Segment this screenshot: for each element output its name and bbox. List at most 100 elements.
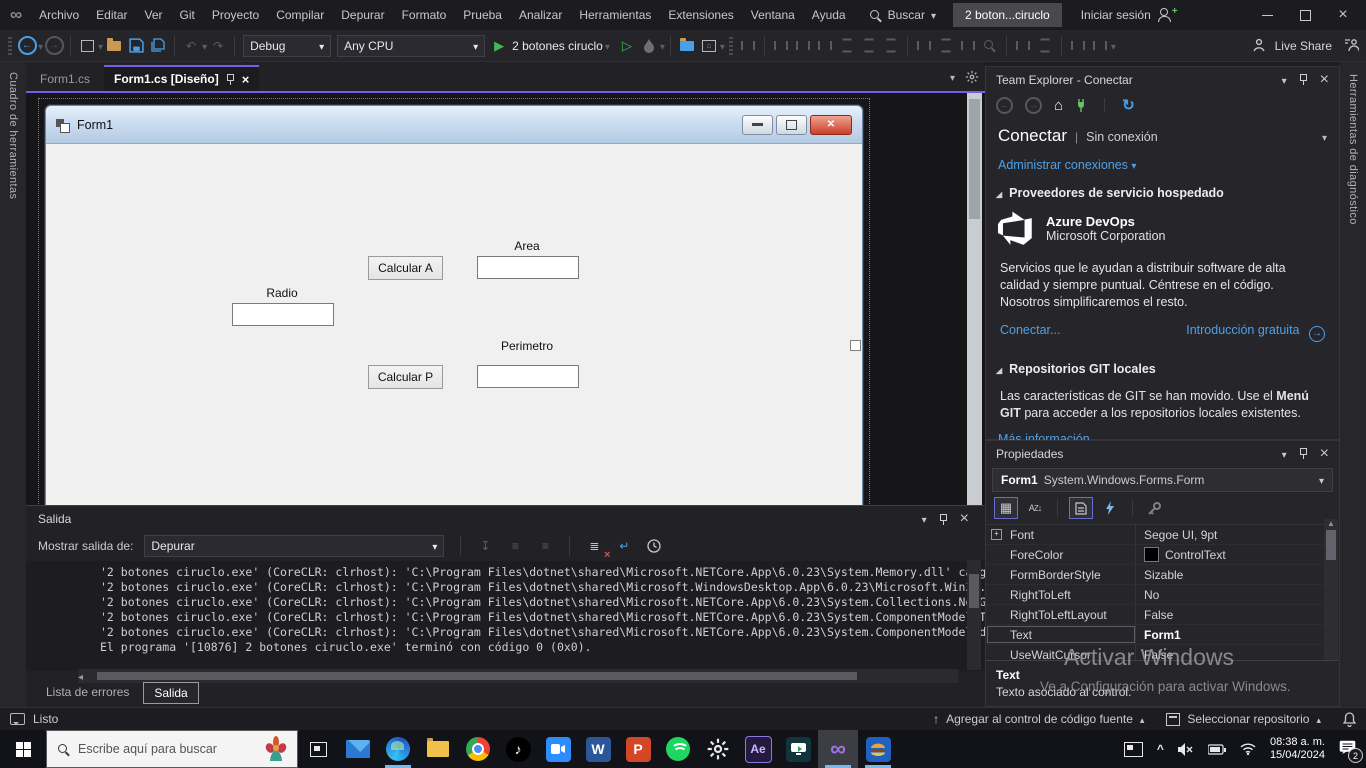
minimize-button[interactable] xyxy=(1250,2,1284,28)
menu-extensiones[interactable]: Extensiones xyxy=(660,4,741,26)
pin-icon[interactable] xyxy=(939,514,948,525)
perimetro-textbox[interactable] xyxy=(477,365,579,388)
close-panel-icon[interactable] xyxy=(1320,71,1329,89)
free-intro-link[interactable]: Introducción gratuita xyxy=(1186,323,1299,337)
manage-connections-link[interactable]: Administrar conexiones xyxy=(998,158,1128,172)
redo-button[interactable]: ↷ xyxy=(207,35,229,57)
solution-config-dropdown[interactable]: Debug xyxy=(243,35,331,57)
tab-output[interactable]: Salida xyxy=(143,682,198,704)
run-dropdown-icon[interactable] xyxy=(605,39,610,53)
undo-button[interactable]: ↶ xyxy=(180,35,202,57)
restore-button[interactable] xyxy=(1288,2,1322,28)
property-pages-button[interactable] xyxy=(1144,498,1166,518)
property-row-text[interactable]: Text Form1 xyxy=(986,625,1339,645)
taskbar-file-explorer[interactable] xyxy=(418,730,458,768)
make-same-size-button[interactable] xyxy=(957,35,979,57)
forward-icon[interactable]: → xyxy=(1025,97,1042,114)
menu-ayuda[interactable]: Ayuda xyxy=(804,4,854,26)
menu-analizar[interactable]: Analizar xyxy=(511,4,570,26)
clock-icon[interactable] xyxy=(643,535,665,557)
sign-in-button[interactable]: Iniciar sesión + xyxy=(1081,8,1183,22)
chevron-down-icon[interactable] xyxy=(1131,158,1136,172)
form-designer-surface[interactable]: Form1 ✕ Area Calcular A Radio Perimetro … xyxy=(26,93,985,505)
volume-muted-icon[interactable] xyxy=(1178,743,1194,756)
align-tops-button[interactable] xyxy=(836,35,858,57)
clear-all-icon[interactable]: ≣ xyxy=(583,535,605,557)
menu-ventana[interactable]: Ventana xyxy=(743,4,803,26)
word-wrap-icon[interactable]: ↵ xyxy=(613,535,635,557)
home-icon[interactable] xyxy=(1054,97,1063,114)
menu-formato[interactable]: Formato xyxy=(394,4,455,26)
toolbox-tab[interactable]: Cuadro de herramientas xyxy=(0,62,19,199)
taskbar-chrome[interactable] xyxy=(458,730,498,768)
align-lefts-button[interactable] xyxy=(770,35,792,57)
make-same-height-button[interactable] xyxy=(935,35,957,57)
property-row-righttoleft[interactable]: RightToLeft No xyxy=(986,585,1339,605)
navigate-forward-button[interactable]: → xyxy=(43,35,65,57)
previous-message-icon[interactable]: ≡ xyxy=(504,535,526,557)
alphabetical-sort-button[interactable]: AZ↓ xyxy=(1024,498,1046,518)
section-local-git[interactable]: Repositorios GIT locales xyxy=(986,344,1339,380)
connect-link[interactable]: Conectar... xyxy=(1000,323,1060,342)
navigate-back-button[interactable]: ← xyxy=(16,35,38,57)
taskbar-edge[interactable] xyxy=(378,730,418,768)
menu-herramientas[interactable]: Herramientas xyxy=(571,4,659,26)
notifications-bell-icon[interactable] xyxy=(1343,712,1356,727)
connect-plug-icon[interactable] xyxy=(1075,98,1087,113)
add-to-source-control-button[interactable]: Agregar al control de código fuente xyxy=(933,712,1144,726)
align-centers-button[interactable] xyxy=(792,35,814,57)
send-feedback-icon[interactable] xyxy=(1340,35,1362,57)
close-tab-icon[interactable] xyxy=(242,72,250,87)
object-selector-dropdown[interactable]: Form1 System.Windows.Forms.Form xyxy=(992,468,1333,492)
live-share-label[interactable]: Live Share xyxy=(1275,39,1332,53)
output-log[interactable]: '2 botones ciruclo.exe' (CoreCLR: clrhos… xyxy=(26,561,985,671)
designed-form[interactable]: Form1 ✕ Area Calcular A Radio Perimetro … xyxy=(45,105,863,505)
search-highlight-flower[interactable] xyxy=(265,736,287,762)
align-to-grid-button[interactable] xyxy=(737,35,759,57)
output-source-dropdown[interactable]: Depurar xyxy=(144,535,444,557)
chevron-down-icon[interactable] xyxy=(1322,130,1327,144)
taskbar-screen-mirror[interactable] xyxy=(778,730,818,768)
properties-view-button[interactable] xyxy=(1069,497,1093,519)
window-position-dropdown-icon[interactable] xyxy=(1282,447,1287,461)
menu-git[interactable]: Git xyxy=(172,4,203,26)
tab-form1-cs-designer[interactable]: Form1.cs [Diseño] xyxy=(104,65,259,91)
align-rights-button[interactable] xyxy=(814,35,836,57)
taskbar-clock[interactable]: 08:38 a. m. 15/04/2024 xyxy=(1270,736,1325,762)
taskbar-burger-app[interactable] xyxy=(858,730,898,768)
goto-message-icon[interactable]: ↧ xyxy=(474,535,496,557)
start-debug-button[interactable]: ▶ xyxy=(488,35,510,57)
radio-textbox[interactable] xyxy=(232,303,334,326)
action-center-button[interactable]: 2 xyxy=(1339,740,1356,758)
area-textbox[interactable] xyxy=(477,256,579,279)
taskbar-after-effects[interactable]: Ae xyxy=(738,730,778,768)
taskbar-mail[interactable] xyxy=(338,730,378,768)
gear-icon[interactable] xyxy=(965,70,979,84)
calcular-p-button[interactable]: Calcular P xyxy=(368,365,443,389)
search-box[interactable]: Buscar xyxy=(869,8,936,22)
find-in-files-button[interactable] xyxy=(676,35,698,57)
categorized-view-button[interactable] xyxy=(994,497,1018,519)
live-share-icon[interactable] xyxy=(1249,35,1271,57)
property-row-righttoleftlayout[interactable]: RightToLeftLayout False xyxy=(986,605,1339,625)
save-button[interactable] xyxy=(125,35,147,57)
select-repository-button[interactable]: Seleccionar repositorio xyxy=(1166,712,1321,726)
taskbar-spotify[interactable] xyxy=(658,730,698,768)
scroll-left-icon[interactable] xyxy=(78,669,83,683)
send-to-back-button[interactable] xyxy=(1089,35,1111,57)
run-target-label[interactable]: 2 botones ciruclo xyxy=(512,39,603,53)
menu-ver[interactable]: Ver xyxy=(137,4,171,26)
form-resize-handle[interactable] xyxy=(850,340,861,351)
document-list-dropdown-icon[interactable] xyxy=(950,70,955,84)
start-button[interactable] xyxy=(0,730,46,768)
size-to-grid-button[interactable] xyxy=(979,35,1001,57)
designer-vertical-scrollbar[interactable] xyxy=(967,93,982,505)
new-project-button[interactable] xyxy=(76,35,98,57)
wifi-icon[interactable] xyxy=(1240,743,1256,755)
start-without-debug-button[interactable]: ▷ xyxy=(616,35,638,57)
taskbar-word[interactable]: W xyxy=(578,730,618,768)
align-middles-button[interactable] xyxy=(858,35,880,57)
taskbar-tiktok[interactable]: ♪ xyxy=(498,730,538,768)
toolbar-overflow-icon[interactable] xyxy=(720,39,725,53)
horizontal-spacing-button[interactable] xyxy=(1012,35,1034,57)
